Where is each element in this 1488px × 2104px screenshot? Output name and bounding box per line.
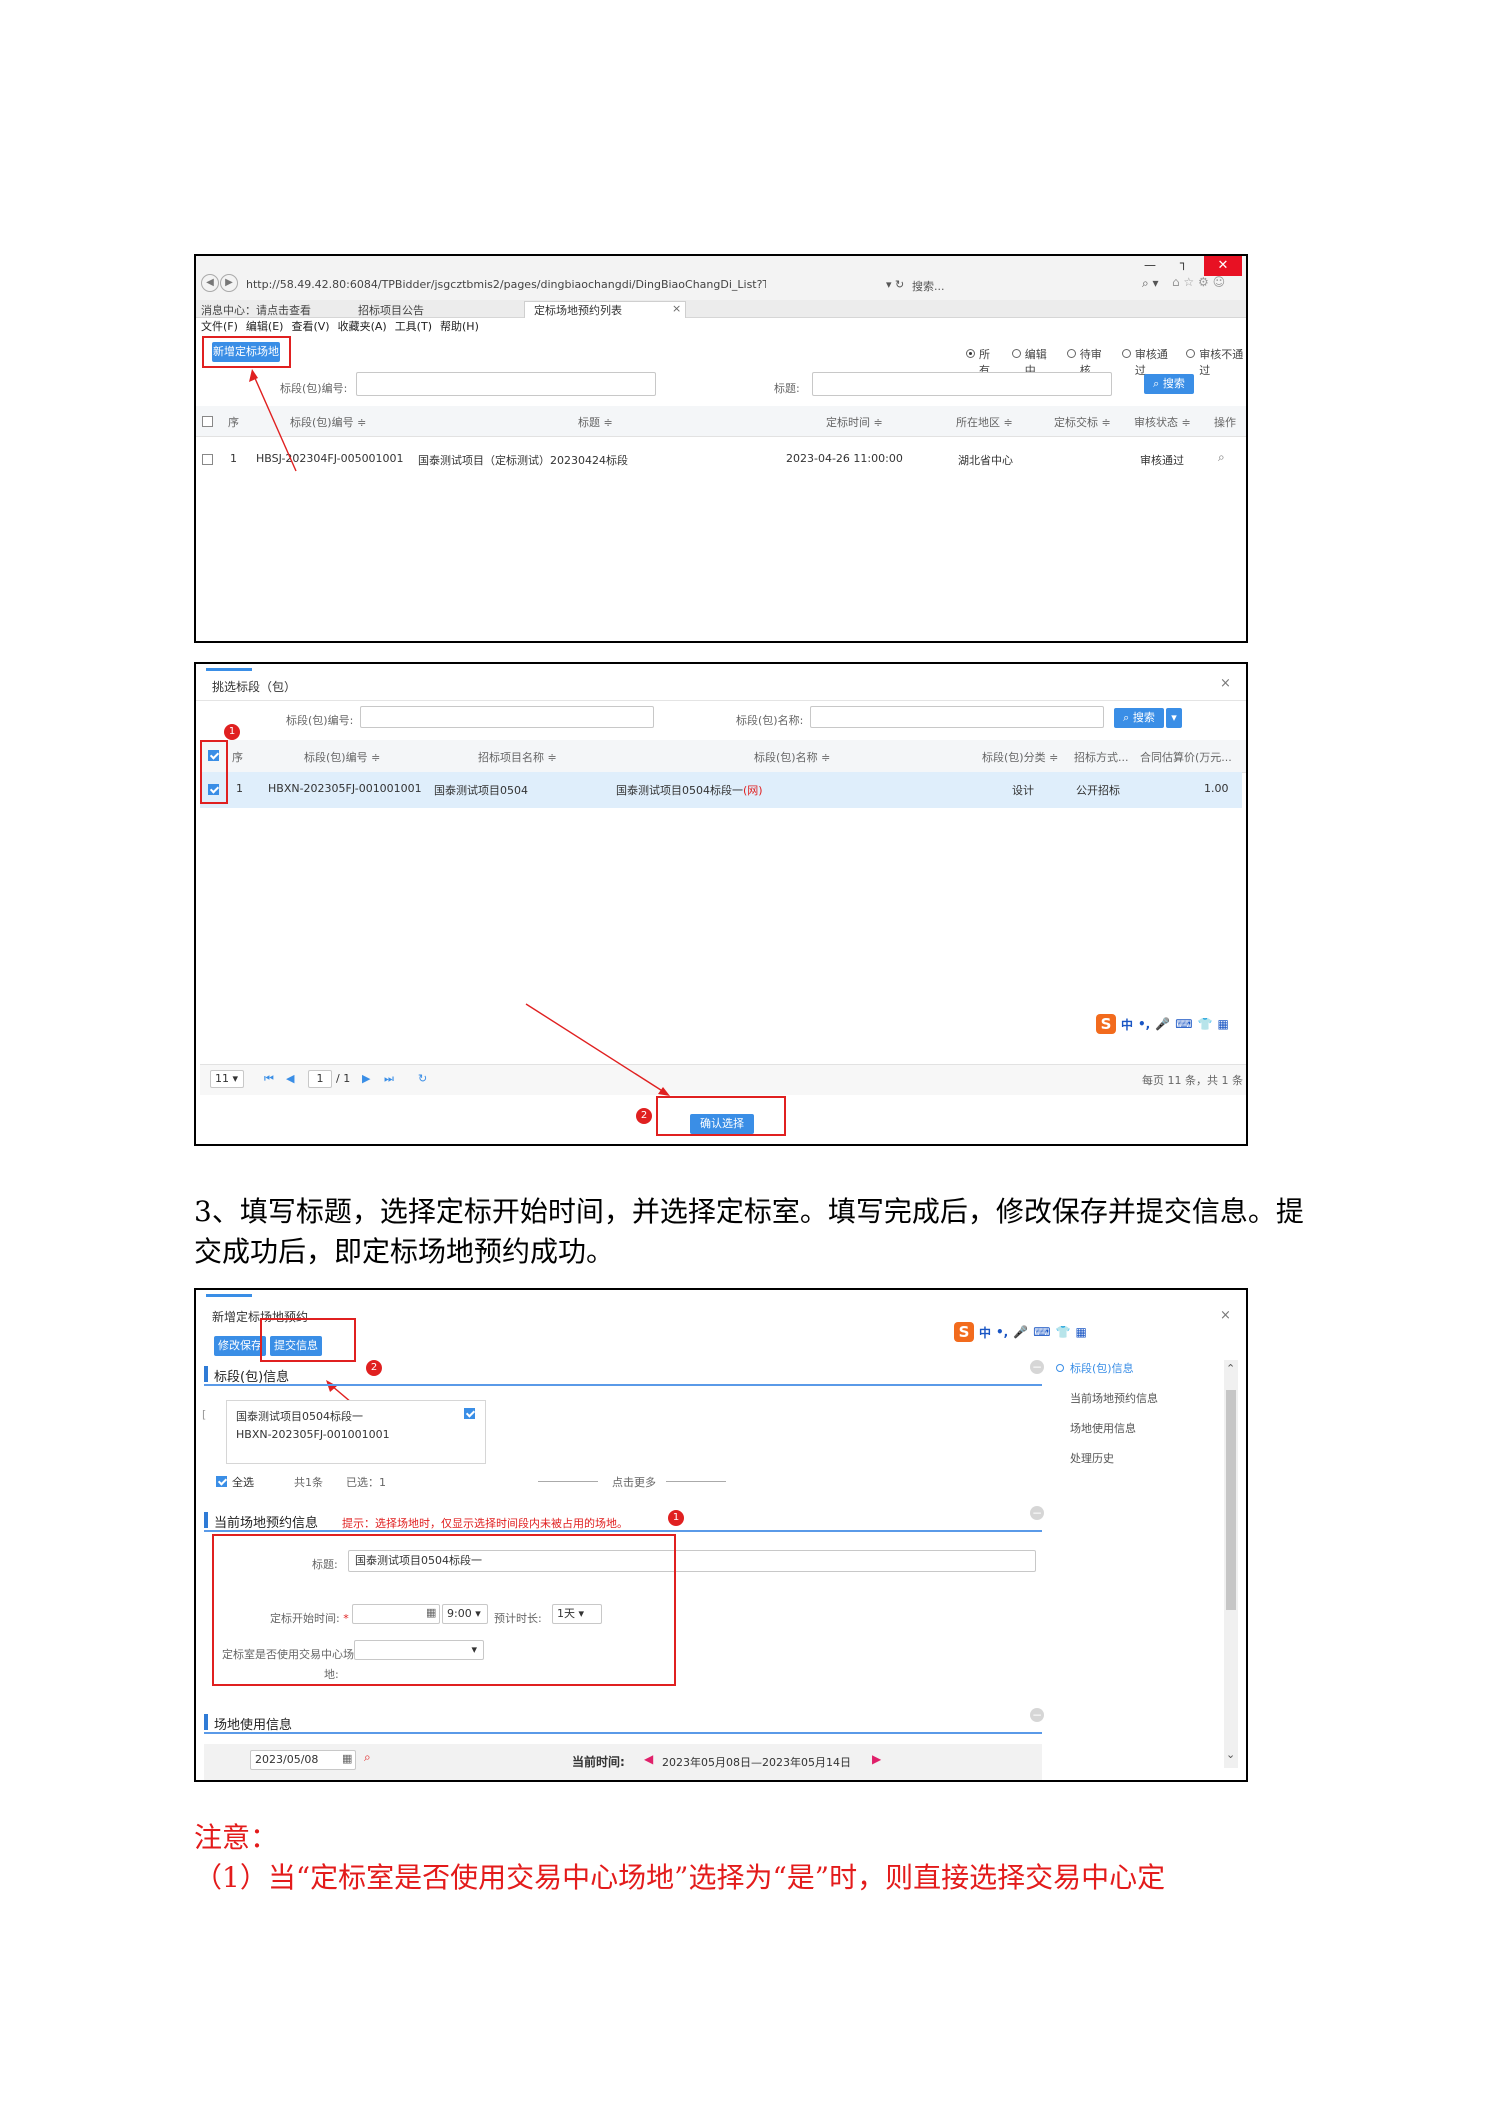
highlight-form — [212, 1534, 676, 1686]
skin-icon: 👕 — [1055, 1325, 1071, 1339]
keyboard-icon: ⌨ — [1033, 1325, 1051, 1339]
select-all-checkbox[interactable] — [216, 1476, 227, 1487]
scroll-down-icon[interactable]: ⌄ — [1226, 1748, 1235, 1761]
collapse-icon[interactable]: − — [1030, 1360, 1044, 1374]
screenshot-select-bid: 挑选标段（包） × 标段(包)编号: 标段(包)名称: ⌕ 搜索 ▾ 序 标段(… — [194, 662, 1248, 1146]
section-line — [204, 1384, 1042, 1386]
prev-week-icon[interactable]: ◀ — [644, 1752, 653, 1766]
more-line-left — [538, 1481, 598, 1482]
sogou-logo-icon: S — [954, 1322, 974, 1342]
scroll-thumb[interactable] — [1226, 1390, 1236, 1610]
screenshot-list: ◀ ▶ http://58.49.42.80:6084/TPBidder/jsg… — [194, 254, 1248, 643]
card-checkbox[interactable] — [464, 1408, 475, 1419]
usage-date-input[interactable]: 2023/05/08 — [250, 1750, 356, 1770]
collapse-icon[interactable]: − — [1030, 1506, 1044, 1520]
punct-icon: •, — [996, 1325, 1009, 1339]
nav-usage[interactable]: 场地使用信息 — [1056, 1420, 1166, 1436]
next-week-icon[interactable]: ▶ — [872, 1752, 881, 1766]
select-all-label: 全选 — [232, 1476, 254, 1489]
collapse-icon[interactable]: − — [1030, 1708, 1044, 1722]
ime-toolbar: S 中 •, 🎤 ⌨ 👕 ▦ — [954, 1322, 1087, 1342]
card-bracket: [ — [202, 1408, 207, 1421]
section-marker — [204, 1714, 208, 1730]
more-line-right — [666, 1481, 726, 1482]
nav-history[interactable]: 处理历史 — [1056, 1450, 1166, 1466]
card-name: 国泰测试项目0504标段一 — [236, 1410, 363, 1423]
section-site-usage: 场地使用信息 — [214, 1718, 293, 1733]
selected-count: 已选：1 — [346, 1476, 386, 1489]
nav-bid-info[interactable]: 标段(包)信息 — [1056, 1360, 1166, 1376]
side-nav: 标段(包)信息 当前场地预约信息 场地使用信息 处理历史 — [1056, 1360, 1166, 1466]
section-bid-info: 标段(包)信息 — [214, 1370, 290, 1385]
ime-mode: 中 — [979, 1325, 992, 1340]
nav-booking[interactable]: 当前场地预约信息 — [1056, 1390, 1166, 1406]
total-count: 共1条 — [294, 1476, 323, 1489]
booking-hint: 提示：选择场地时，仅显示选择时间段内未被占用的场地。 — [342, 1517, 628, 1530]
section-marker — [204, 1512, 208, 1528]
section-booking-info: 当前场地预约信息 — [214, 1516, 319, 1531]
search-icon[interactable]: ⌕ — [364, 1750, 371, 1765]
step-marker-1: 1 — [668, 1510, 684, 1526]
scroll-up-icon[interactable]: ⌃ — [1226, 1362, 1235, 1375]
current-range: 2023年05月08日—2023年05月14日 — [662, 1756, 851, 1769]
note-title: 注意： — [194, 1821, 279, 1854]
pointer-arrow-1 — [249, 369, 297, 472]
note-line-1: （1）当“定标室是否使用交易中心场地”选择为“是”时，则直接选择交易中心定 — [194, 1861, 1166, 1894]
tools-icon: ▦ — [1075, 1325, 1087, 1339]
nav-dot — [1056, 1364, 1064, 1372]
card-code: HBXN-202305FJ-001001001 — [236, 1428, 390, 1441]
pointer-arrow-2 — [525, 1003, 670, 1096]
more-link[interactable]: 点击更多 — [612, 1474, 656, 1490]
current-time-label: 当前时间: — [572, 1755, 625, 1769]
calendar-icon[interactable]: ▦ — [342, 1752, 352, 1765]
screenshot-new-booking: 新增定标场地预约 × 修改保存 提交信息 2 S 中 •, 🎤 ⌨ 👕 ▦ 标段… — [194, 1288, 1248, 1782]
mic-icon: 🎤 — [1013, 1325, 1029, 1339]
section-line — [204, 1732, 1042, 1734]
section-marker — [204, 1366, 208, 1382]
step3-paragraph: 3、填写标题，选择定标开始时间，并选择定标室。填写完成后，修改保存并提交信息。提… — [194, 1195, 1304, 1268]
nav-bid-info-label: 标段(包)信息 — [1070, 1362, 1134, 1375]
section-line — [204, 1530, 1042, 1532]
